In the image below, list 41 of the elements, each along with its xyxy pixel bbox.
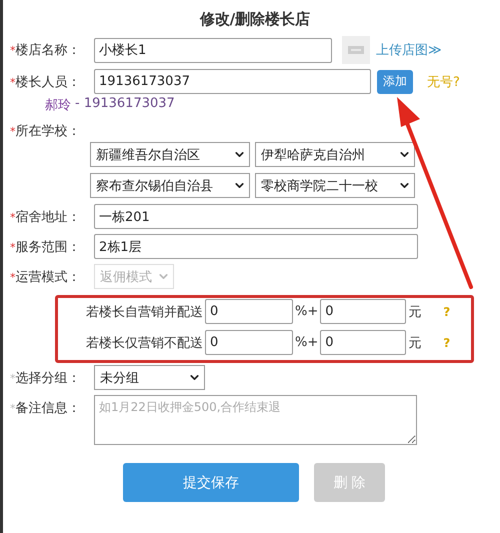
required-mark: * xyxy=(10,402,16,415)
field-label: 备注信息： xyxy=(16,401,80,416)
dropdown[interactable]: 察布查尔锡伯自治县 xyxy=(90,173,250,198)
field-label: 楼店名称： xyxy=(16,43,80,58)
service-range-field[interactable]: 2栋1层 xyxy=(94,234,418,259)
field-label: 楼长人员： xyxy=(16,74,80,90)
commission-label: 若楼长自营销并配送 xyxy=(86,304,203,320)
field-label: 服务范围： xyxy=(16,240,80,254)
required-mark: * xyxy=(10,270,16,284)
percent-field[interactable]: 0 xyxy=(205,330,293,355)
required-mark: * xyxy=(10,125,16,138)
unit-label: 元 xyxy=(408,304,422,320)
field-label: 宿舍地址： xyxy=(16,210,80,224)
unit-label: 元 xyxy=(408,334,422,352)
person-phone: - 19136173037 xyxy=(75,96,175,113)
dropdown[interactable]: 未分组 xyxy=(94,365,205,390)
shop-name-field[interactable]: 小楼长1 xyxy=(94,38,332,62)
field-label: 运营模式： xyxy=(16,270,80,284)
required-mark: * xyxy=(10,372,16,384)
dropdown[interactable]: 新疆维吾尔自治区 xyxy=(90,142,250,167)
dropdown[interactable]: 零校商学院二十一校 xyxy=(255,173,415,198)
commission-label: 若楼长仅营销不配送 xyxy=(86,334,203,352)
unit-label: %+ xyxy=(295,304,318,319)
amount-field[interactable]: 0 xyxy=(320,330,406,355)
required-mark: * xyxy=(10,210,16,224)
required-mark: * xyxy=(10,240,16,254)
field-label: 所在学校： xyxy=(16,124,80,139)
upload-link[interactable]: 上传店图≫ xyxy=(376,41,442,59)
required-mark: * xyxy=(10,76,16,88)
notes-field[interactable]: 如1月22日收押金500,合作结束退 xyxy=(94,395,417,445)
address-field[interactable]: 一栋201 xyxy=(94,204,418,229)
image-upload-icon[interactable] xyxy=(342,36,370,64)
amount-field[interactable]: 0 xyxy=(320,299,406,324)
phone-field[interactable]: 19136173037 xyxy=(94,69,371,94)
field-label: 选择分组： xyxy=(16,370,80,386)
unit-label: %+ xyxy=(295,335,318,350)
dialog-title: 修改/删除楼长店 xyxy=(198,9,312,30)
person-name: 郝玲 xyxy=(45,97,71,114)
percent-field[interactable]: 0 xyxy=(205,299,293,324)
required-mark: * xyxy=(10,44,16,57)
dropdown[interactable]: 伊犁哈萨克自治州 xyxy=(255,142,415,167)
